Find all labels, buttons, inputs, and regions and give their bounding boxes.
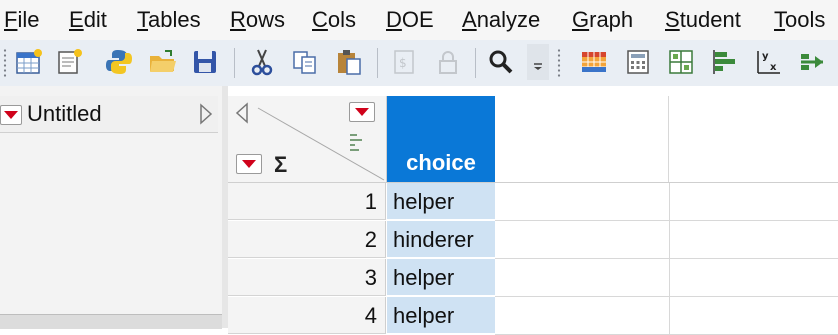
disabled-format-icon: $ (387, 45, 421, 79)
table-menu-dropdown-icon[interactable] (0, 105, 22, 125)
empty-cell[interactable] (669, 259, 838, 297)
svg-text:x: x (770, 62, 777, 73)
table-row: 2 hinderer (228, 221, 838, 259)
column-stats-icon[interactable] (349, 132, 367, 159)
empty-cell[interactable] (495, 259, 670, 297)
menu-bar: File Edit Tables Rows Cols DOE Analyze G… (0, 0, 838, 40)
overflow-chevron-icon[interactable] (527, 44, 549, 80)
menu-analyze[interactable]: Analyze (462, 6, 540, 34)
new-script-icon[interactable] (52, 45, 86, 79)
python-icon[interactable] (102, 45, 136, 79)
empty-cell[interactable] (495, 183, 670, 221)
table-row: 3 helper (228, 259, 838, 297)
svg-text:y: y (762, 51, 769, 62)
bar-chart-icon[interactable] (707, 45, 741, 79)
save-icon[interactable] (188, 45, 222, 79)
grid-corner: Σ (228, 96, 387, 183)
row-number[interactable]: 1 (228, 183, 386, 220)
toolbar-grip[interactable] (3, 48, 7, 78)
toolbar: $ yx (0, 40, 838, 87)
lock-icon (431, 45, 465, 79)
row-number[interactable]: 2 (228, 221, 386, 258)
collapse-columns-icon[interactable] (234, 102, 250, 129)
cell-choice[interactable]: helper (387, 297, 495, 334)
menu-doe[interactable]: DOE (386, 6, 434, 34)
column-header-choice[interactable]: choice (387, 96, 495, 182)
table-title: Untitled (27, 101, 102, 126)
row-number[interactable]: 4 (228, 297, 386, 334)
new-data-table-icon[interactable] (12, 45, 46, 79)
toolbar-separator (475, 48, 476, 78)
cell-choice[interactable]: helper (387, 259, 495, 296)
empty-cell[interactable] (495, 297, 670, 335)
toolbar-grip[interactable] (557, 48, 561, 78)
calculator-icon[interactable] (621, 45, 655, 79)
layout-grid-icon[interactable] (664, 45, 698, 79)
table-row: 4 helper (228, 297, 838, 335)
row-number[interactable]: 3 (228, 259, 386, 296)
cut-icon[interactable] (245, 45, 279, 79)
table-panel-header: Untitled (0, 96, 218, 133)
data-grid: Σ choice 1 helper 2 hinderer 3 helper 4 … (228, 86, 838, 335)
menu-student[interactable]: Student (665, 6, 741, 34)
search-icon[interactable] (484, 45, 518, 79)
table-panel: Untitled (0, 86, 223, 329)
copy-icon[interactable] (288, 45, 322, 79)
menu-graph[interactable]: Graph (572, 6, 633, 34)
open-folder-icon[interactable] (146, 45, 180, 79)
empty-column-header[interactable] (669, 96, 838, 182)
menu-cols[interactable]: Cols (312, 6, 356, 34)
panel-splitter[interactable] (0, 314, 222, 329)
empty-cell[interactable] (669, 221, 838, 259)
data-grid-icon[interactable] (577, 45, 611, 79)
menu-edit[interactable]: Edit (69, 6, 107, 34)
collapse-panel-icon[interactable] (198, 102, 214, 131)
empty-cell[interactable] (669, 183, 838, 221)
empty-cell[interactable] (669, 297, 838, 335)
menu-rows[interactable]: Rows (230, 6, 285, 34)
cell-choice[interactable]: helper (387, 183, 495, 220)
table-row: 1 helper (228, 183, 838, 221)
toolbar-separator (377, 48, 378, 78)
paste-icon[interactable] (332, 45, 366, 79)
columns-menu-dropdown-icon[interactable] (349, 102, 375, 122)
rows-menu-dropdown-icon[interactable] (236, 154, 262, 174)
empty-cell[interactable] (495, 221, 670, 259)
menu-tools[interactable]: Tools (774, 6, 825, 34)
pipeline-icon[interactable] (795, 45, 829, 79)
fit-yx-icon[interactable]: yx (751, 45, 785, 79)
toolbar-separator (234, 48, 235, 78)
empty-column-header[interactable] (495, 96, 669, 182)
menu-file[interactable]: File (4, 6, 39, 34)
svg-text:$: $ (399, 56, 407, 70)
menu-tables[interactable]: Tables (137, 6, 201, 34)
sigma-icon[interactable]: Σ (274, 154, 287, 176)
cell-choice[interactable]: hinderer (387, 221, 495, 258)
column-header-label: choice (406, 150, 476, 175)
